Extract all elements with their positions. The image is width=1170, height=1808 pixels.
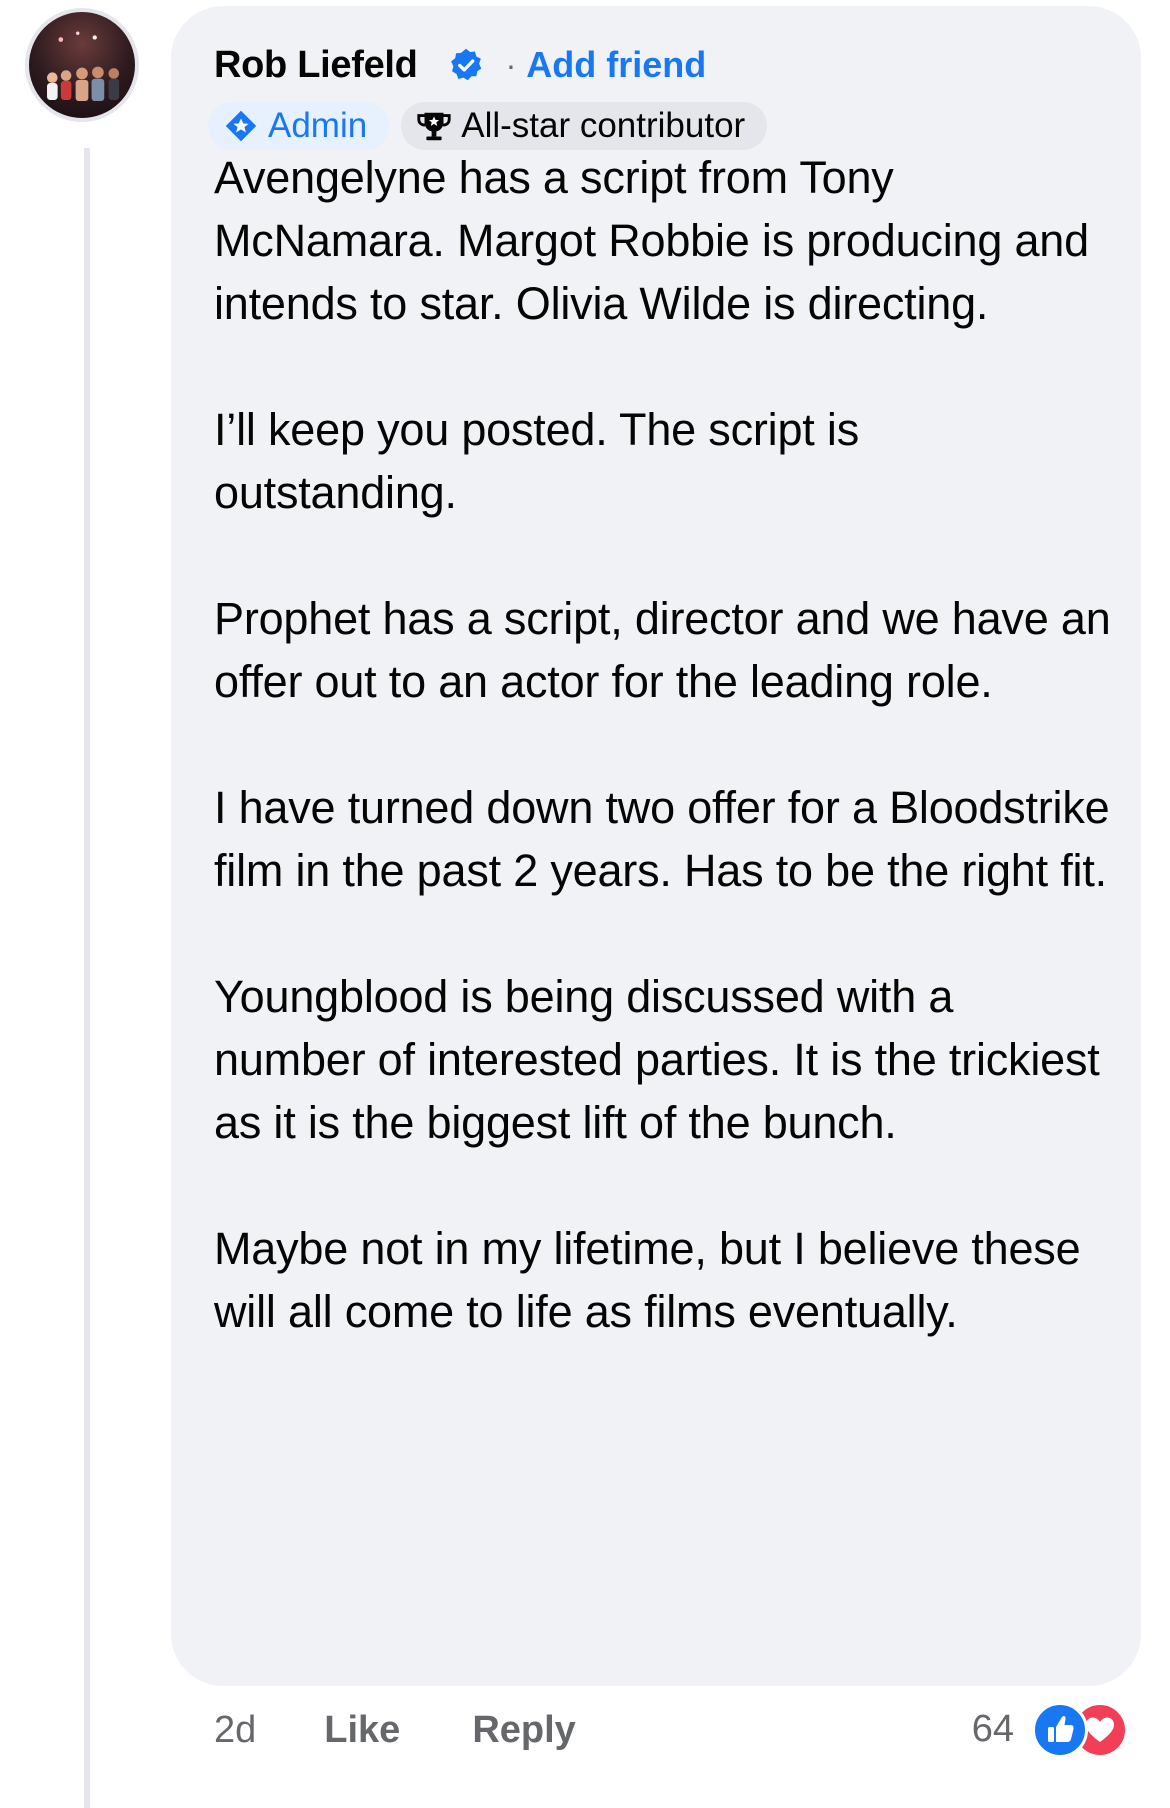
- comment-timestamp[interactable]: 2d: [214, 1709, 256, 1752]
- comment-paragraph: I’ll keep you posted. The script is outs…: [214, 404, 859, 518]
- comment-paragraph: Maybe not in my lifetime, but I believe …: [214, 1223, 1081, 1337]
- reaction-count: 64: [971, 1707, 1014, 1750]
- admin-shield-icon: [225, 110, 257, 142]
- allstar-badge[interactable]: All-star contributor: [401, 102, 768, 150]
- comment-paragraph: Prophet has a script, director and we ha…: [214, 593, 1111, 707]
- separator-dot: ·: [505, 46, 517, 83]
- reactions-summary[interactable]: 64: [972, 1700, 1128, 1758]
- reply-button[interactable]: Reply: [472, 1709, 575, 1752]
- thread-line: [84, 148, 90, 1808]
- thumbs-up-icon: [1032, 1702, 1088, 1758]
- avatar[interactable]: [25, 8, 139, 122]
- comment-paragraph: Avengelyne has a script from Tony McNama…: [214, 152, 1089, 329]
- avatar-photo: [47, 31, 120, 102]
- admin-badge-label: Admin: [268, 106, 368, 145]
- author-name[interactable]: Rob Liefeld: [214, 44, 418, 87]
- comment-header: Rob Liefeld · Add friend: [214, 40, 706, 90]
- comment-body: Avengelyne has a script from Tony McNama…: [214, 146, 1114, 1343]
- comment-paragraph: Youngblood is being discussed with a num…: [214, 971, 1100, 1148]
- reaction-icons: [1032, 1702, 1128, 1758]
- badges-row: Admin All-star contributor: [208, 102, 768, 150]
- trophy-icon: [417, 112, 451, 141]
- comment-actions: 2d Like Reply: [214, 1700, 576, 1760]
- admin-badge[interactable]: Admin: [208, 102, 390, 150]
- allstar-badge-label: All-star contributor: [461, 106, 746, 145]
- add-friend-button[interactable]: Add friend: [526, 44, 706, 86]
- verified-badge-icon: [448, 47, 484, 83]
- like-button[interactable]: Like: [324, 1709, 400, 1752]
- comment-paragraph: I have turned down two offer for a Blood…: [214, 782, 1110, 896]
